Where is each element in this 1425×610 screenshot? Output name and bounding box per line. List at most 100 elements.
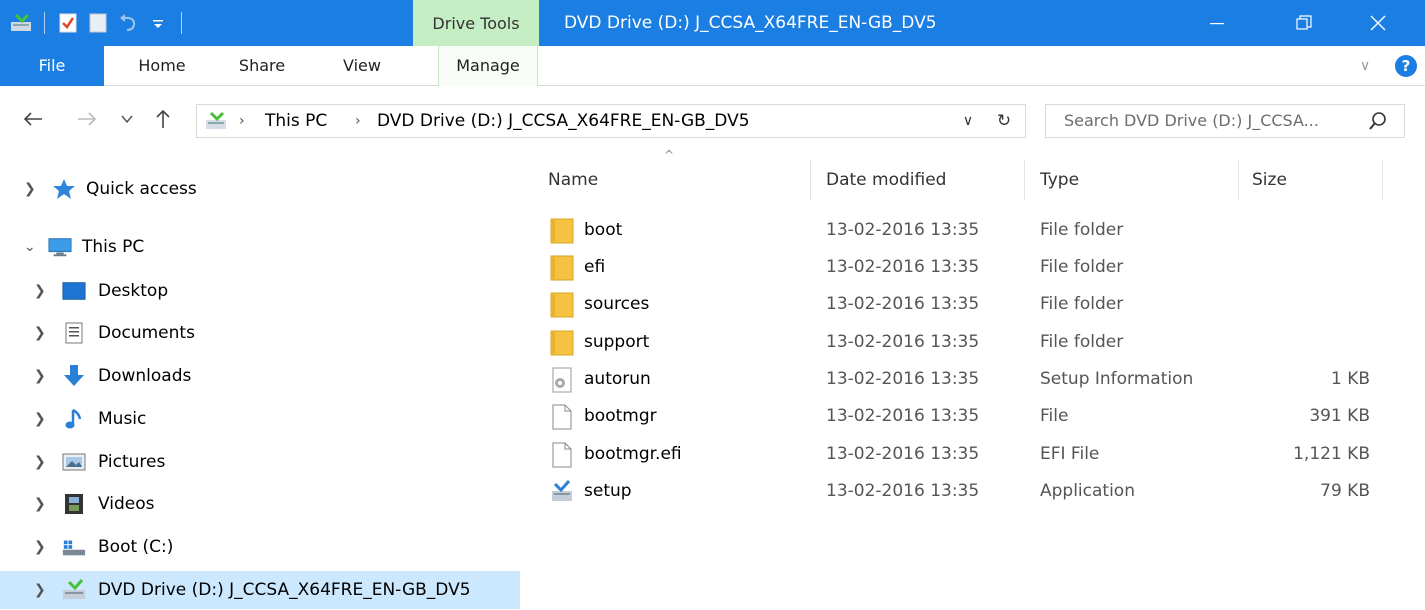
dvd-drive-icon bbox=[62, 579, 86, 601]
downloads-icon bbox=[62, 365, 86, 387]
nav-item-quick-access[interactable]: ❯ Quick access bbox=[0, 170, 520, 208]
breadcrumb-dvd-drive[interactable]: DVD Drive (D:) J_CCSA_X64FRE_EN-GB_DV5 bbox=[377, 105, 750, 137]
breadcrumb-separator[interactable]: › bbox=[355, 105, 361, 137]
address-history-dropdown[interactable]: ∨ bbox=[953, 105, 983, 137]
folder-icon bbox=[550, 292, 574, 318]
search-icon[interactable] bbox=[1368, 111, 1388, 136]
column-divider[interactable] bbox=[1024, 160, 1025, 200]
documents-icon bbox=[62, 322, 86, 344]
setup-app-icon bbox=[550, 479, 574, 505]
close-button[interactable] bbox=[1348, 0, 1408, 46]
tab-manage[interactable]: Manage bbox=[438, 46, 538, 86]
file-name: bootmgr.efi bbox=[584, 444, 682, 464]
dvd-drive-icon[interactable] bbox=[9, 11, 33, 35]
customize-toolbar-icon[interactable] bbox=[146, 11, 170, 35]
help-icon[interactable]: ? bbox=[1395, 55, 1417, 77]
new-folder-icon[interactable] bbox=[86, 11, 110, 35]
window-title: DVD Drive (D:) J_CCSA_X64FRE_EN-GB_DV5 bbox=[564, 13, 937, 33]
file-row[interactable]: setup 13-02-2016 13:35 Application 79 KB bbox=[520, 473, 1400, 510]
file-row[interactable]: sources 13-02-2016 13:35 File folder bbox=[520, 286, 1400, 323]
minimize-button[interactable] bbox=[1187, 0, 1247, 46]
address-bar[interactable]: › This PC › DVD Drive (D:) J_CCSA_X64FRE… bbox=[196, 104, 1026, 138]
chevron-down-icon[interactable]: ⌄ bbox=[24, 228, 36, 266]
chevron-right-icon[interactable]: ❯ bbox=[34, 357, 46, 395]
chevron-right-icon[interactable]: ❯ bbox=[34, 485, 46, 523]
column-header-date-modified[interactable]: Date modified bbox=[826, 160, 946, 200]
undo-icon[interactable] bbox=[116, 11, 140, 35]
nav-item-downloads[interactable]: ❯ Downloads bbox=[0, 357, 520, 395]
file-name: boot bbox=[584, 220, 623, 240]
file-date-modified: 13-02-2016 13:35 bbox=[826, 406, 980, 426]
tab-file[interactable]: File bbox=[0, 46, 104, 86]
computer-icon bbox=[48, 236, 72, 258]
search-input[interactable]: Search DVD Drive (D:) J_CCSA... bbox=[1045, 104, 1405, 138]
nav-item-music[interactable]: ❯ Music bbox=[0, 400, 520, 438]
breadcrumb-this-pc[interactable]: This PC bbox=[265, 105, 327, 137]
chevron-right-icon[interactable]: ❯ bbox=[34, 400, 46, 438]
file-date-modified: 13-02-2016 13:35 bbox=[826, 444, 980, 464]
sort-ascending-icon: ^ bbox=[664, 148, 675, 162]
properties-icon[interactable] bbox=[56, 11, 80, 35]
search-placeholder[interactable]: Search DVD Drive (D:) J_CCSA... bbox=[1064, 105, 1319, 137]
file-name: efi bbox=[584, 257, 606, 277]
file-name: sources bbox=[584, 294, 650, 314]
nav-item-label: This PC bbox=[82, 237, 145, 257]
up-button[interactable] bbox=[150, 106, 176, 132]
music-icon bbox=[62, 408, 86, 430]
file-row[interactable]: autorun 13-02-2016 13:35 Setup Informati… bbox=[520, 361, 1400, 398]
tab-home[interactable]: Home bbox=[122, 46, 202, 86]
settings-file-icon bbox=[550, 367, 574, 393]
file-type: File folder bbox=[1040, 220, 1124, 240]
title-bar: Drive Tools DVD Drive (D:) J_CCSA_X64FRE… bbox=[0, 0, 1425, 46]
nav-item-desktop[interactable]: ❯ Desktop bbox=[0, 272, 520, 310]
restore-button[interactable] bbox=[1274, 0, 1334, 46]
file-icon bbox=[550, 442, 574, 468]
file-type: File folder bbox=[1040, 294, 1124, 314]
refresh-icon[interactable]: ↻ bbox=[989, 105, 1019, 137]
chevron-right-icon[interactable]: ❯ bbox=[34, 314, 46, 352]
chevron-right-icon[interactable]: ❯ bbox=[34, 528, 46, 566]
file-row[interactable]: boot 13-02-2016 13:35 File folder bbox=[520, 212, 1400, 249]
breadcrumb-separator[interactable]: › bbox=[239, 105, 245, 137]
file-size bbox=[1240, 212, 1370, 249]
expand-ribbon-icon[interactable]: ∨ bbox=[1360, 46, 1370, 86]
navigation-pane: ❯ Quick access ⌄ This PC ❯ Desktop ❯ Doc… bbox=[0, 152, 520, 610]
pictures-icon bbox=[62, 451, 86, 473]
chevron-right-icon[interactable]: ❯ bbox=[24, 170, 36, 208]
nav-item-boot-drive[interactable]: ❯ Boot (C:) bbox=[0, 528, 520, 566]
tab-share[interactable]: Share bbox=[222, 46, 302, 86]
toolbar-divider bbox=[44, 12, 45, 34]
nav-item-label: Music bbox=[98, 409, 147, 429]
column-divider[interactable] bbox=[810, 160, 811, 200]
chevron-right-icon[interactable]: ❯ bbox=[34, 272, 46, 310]
file-row[interactable]: efi 13-02-2016 13:35 File folder bbox=[520, 249, 1400, 286]
column-header-size[interactable]: Size bbox=[1252, 160, 1287, 200]
chevron-right-icon[interactable]: ❯ bbox=[34, 571, 46, 609]
file-size: 1 KB bbox=[1330, 369, 1370, 389]
file-type: Setup Information bbox=[1040, 369, 1194, 389]
column-divider[interactable] bbox=[1382, 160, 1383, 200]
column-header-name[interactable]: Name bbox=[548, 160, 598, 200]
drive-tools-context-tab[interactable]: Drive Tools bbox=[413, 0, 539, 46]
nav-item-label: Boot (C:) bbox=[98, 537, 174, 557]
file-row[interactable]: bootmgr.efi 13-02-2016 13:35 EFI File 1,… bbox=[520, 436, 1400, 473]
chevron-right-icon[interactable]: ❯ bbox=[34, 443, 46, 481]
nav-item-this-pc[interactable]: ⌄ This PC bbox=[0, 228, 520, 266]
nav-item-dvd-drive[interactable]: ❯ DVD Drive (D:) J_CCSA_X64FRE_EN-GB_DV5 bbox=[0, 571, 520, 609]
file-row[interactable]: support 13-02-2016 13:35 File folder bbox=[520, 324, 1400, 361]
forward-button[interactable] bbox=[74, 106, 100, 132]
column-divider[interactable] bbox=[1238, 160, 1239, 200]
ribbon-tab-bar: File Home Share View Manage ∨ ? bbox=[0, 46, 1425, 86]
nav-item-videos[interactable]: ❯ Videos bbox=[0, 485, 520, 523]
file-row[interactable]: bootmgr 13-02-2016 13:35 File 391 KB bbox=[520, 398, 1400, 435]
recent-locations-button[interactable] bbox=[114, 106, 140, 132]
back-button[interactable] bbox=[20, 106, 46, 132]
column-header-type[interactable]: Type bbox=[1040, 160, 1079, 200]
nav-item-pictures[interactable]: ❯ Pictures bbox=[0, 443, 520, 481]
navigation-bar: › This PC › DVD Drive (D:) J_CCSA_X64FRE… bbox=[0, 86, 1425, 152]
nav-item-documents[interactable]: ❯ Documents bbox=[0, 314, 520, 352]
file-size bbox=[1240, 286, 1370, 323]
tab-view[interactable]: View bbox=[322, 46, 402, 86]
file-date-modified: 13-02-2016 13:35 bbox=[826, 332, 980, 352]
toolbar-divider bbox=[181, 12, 182, 34]
